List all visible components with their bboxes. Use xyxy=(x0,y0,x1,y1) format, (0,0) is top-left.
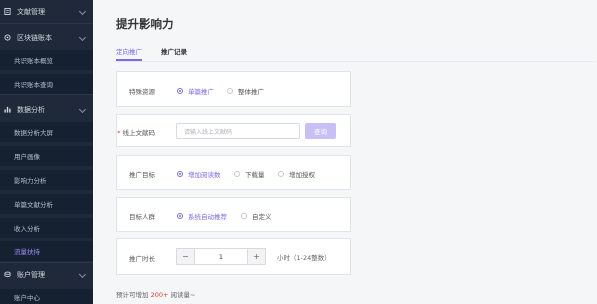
sidebar-item-single-doc[interactable]: 单篇文献分析 xyxy=(0,194,93,214)
tab-promotion-records[interactable]: 推广记录 xyxy=(161,46,187,56)
chevron-down-icon xyxy=(78,7,87,16)
decrement-button[interactable]: − xyxy=(177,249,194,264)
sidebar-item-income[interactable]: 收入分析 xyxy=(0,218,93,238)
duration-stepper: − 1 + xyxy=(176,248,266,265)
radio-custom[interactable]: 自定义 xyxy=(241,211,272,221)
radio-unchecked-icon xyxy=(241,213,247,219)
sidebar-section-label: 数据分析 xyxy=(17,105,45,114)
sidebar: 文献管理 区块链账本 共识账本概览 共识账本查询 数据分析 数据分析大屏 用户画… xyxy=(0,0,93,304)
sidebar-item-label: 账户中心 xyxy=(14,293,40,302)
sidebar-section-docs[interactable]: 文献管理 xyxy=(0,0,93,23)
radio-increase-reads[interactable]: 增加阅读数 xyxy=(177,169,221,179)
radio-single-promotion[interactable]: 单篇推广 xyxy=(177,86,214,96)
sidebar-item-label: 影响力分析 xyxy=(14,177,47,185)
duration-unit: 小时（1-24整数） xyxy=(277,254,331,262)
sidebar-item-label: 流量扶持 xyxy=(14,248,40,256)
chevron-down-icon xyxy=(78,33,87,42)
radio-unchecked-icon xyxy=(234,171,240,177)
radio-label: 整体推广 xyxy=(238,88,264,96)
radio-checked-icon xyxy=(177,171,183,177)
doc-code-label-text: 线上文献码 xyxy=(122,129,156,137)
radio-label: 增加授权 xyxy=(289,171,315,179)
tab-targeted-promotion[interactable]: 定向推广 xyxy=(116,46,142,56)
sidebar-section-ledger[interactable]: 区块链账本 xyxy=(0,26,93,49)
sidebar-section-account[interactable]: 账户管理 xyxy=(0,263,93,286)
doc-code-card: * 线上文献码 请输入线上文献码 查询 xyxy=(116,114,351,147)
sidebar-item-account-center[interactable]: 账户中心 xyxy=(0,289,93,304)
radio-label: 下载量 xyxy=(245,171,265,179)
sidebar-item-ledger-query[interactable]: 共识账本查询 xyxy=(0,74,93,94)
sidebar-section-label: 区块链账本 xyxy=(17,33,52,42)
sidebar-item-data-dashboard[interactable]: 数据分析大屏 xyxy=(0,122,93,142)
blockchain-icon xyxy=(4,34,11,41)
radio-checked-icon xyxy=(177,88,183,94)
document-icon xyxy=(4,8,11,15)
doc-code-input[interactable]: 请输入线上文献码 xyxy=(176,123,300,139)
radio-downloads[interactable]: 下载量 xyxy=(234,169,265,179)
sidebar-item-label: 用户画像 xyxy=(14,153,40,161)
account-icon xyxy=(4,271,11,278)
increment-button[interactable]: + xyxy=(248,249,265,264)
chevron-down-icon xyxy=(78,105,87,114)
audience-label: 目标人群 xyxy=(129,213,155,221)
duration-card: 推广时长 − 1 + 小时（1-24整数） xyxy=(116,238,351,275)
sidebar-section-label: 账户管理 xyxy=(17,270,45,279)
radio-increase-authorization[interactable]: 增加授权 xyxy=(278,169,315,179)
sidebar-item-influence[interactable]: 影响力分析 xyxy=(0,170,93,190)
chart-bar-icon xyxy=(4,106,11,113)
duration-value[interactable]: 1 xyxy=(194,249,248,264)
goal-label: 推广目标 xyxy=(129,171,155,179)
radio-label: 自定义 xyxy=(252,213,272,221)
divider xyxy=(0,94,93,95)
sidebar-item-ledger-overview[interactable]: 共识账本概览 xyxy=(0,50,93,70)
main-content: 提升影响力 定向推广 推广记录 特殊资源 单篇推广 整体推广 * 线上文献码 请输… xyxy=(93,0,597,304)
estimate-suffix: 阅读量~ xyxy=(170,291,196,299)
tabs-divider xyxy=(116,61,596,62)
estimate-value: 200+ xyxy=(150,291,169,299)
resource-label: 特殊资源 xyxy=(129,88,155,96)
sidebar-item-label: 共识账本查询 xyxy=(14,81,53,89)
doc-code-label: * 线上文献码 xyxy=(117,127,155,137)
duration-label: 推广时长 xyxy=(129,255,155,263)
radio-auto-recommend[interactable]: 系统自动推荐 xyxy=(177,211,227,221)
sidebar-item-user-profile[interactable]: 用户画像 xyxy=(0,146,93,166)
radio-overall-promotion[interactable]: 整体推广 xyxy=(227,86,264,96)
resource-card: 特殊资源 单篇推广 整体推广 xyxy=(116,71,351,107)
sidebar-item-label: 收入分析 xyxy=(14,225,40,233)
sidebar-section-analysis[interactable]: 数据分析 xyxy=(0,98,93,121)
radio-checked-icon xyxy=(177,213,183,219)
sidebar-section-label: 文献管理 xyxy=(17,7,45,16)
query-button[interactable]: 查询 xyxy=(305,123,336,139)
radio-unchecked-icon xyxy=(278,171,284,177)
sidebar-item-label: 单篇文献分析 xyxy=(14,201,53,209)
sidebar-item-traffic-support[interactable]: 流量扶持 xyxy=(0,241,93,261)
divider xyxy=(0,23,93,24)
required-mark: * xyxy=(117,129,121,137)
sidebar-item-label: 共识账本概览 xyxy=(14,57,53,65)
radio-label: 单篇推广 xyxy=(188,88,214,96)
radio-unchecked-icon xyxy=(227,88,233,94)
goal-card: 推广目标 增加阅读数 下载量 增加授权 xyxy=(116,155,351,190)
sidebar-item-label: 数据分析大屏 xyxy=(14,129,53,137)
radio-label: 系统自动推荐 xyxy=(188,213,227,221)
estimate-prefix: 预计可增加 xyxy=(116,291,149,299)
chevron-down-icon xyxy=(78,270,87,279)
estimate-text: 预计可增加 200+ 阅读量~ xyxy=(116,289,195,299)
page-title: 提升影响力 xyxy=(116,17,174,31)
audience-card: 目标人群 系统自动推荐 自定义 xyxy=(116,197,351,232)
radio-label: 增加阅读数 xyxy=(188,171,221,179)
